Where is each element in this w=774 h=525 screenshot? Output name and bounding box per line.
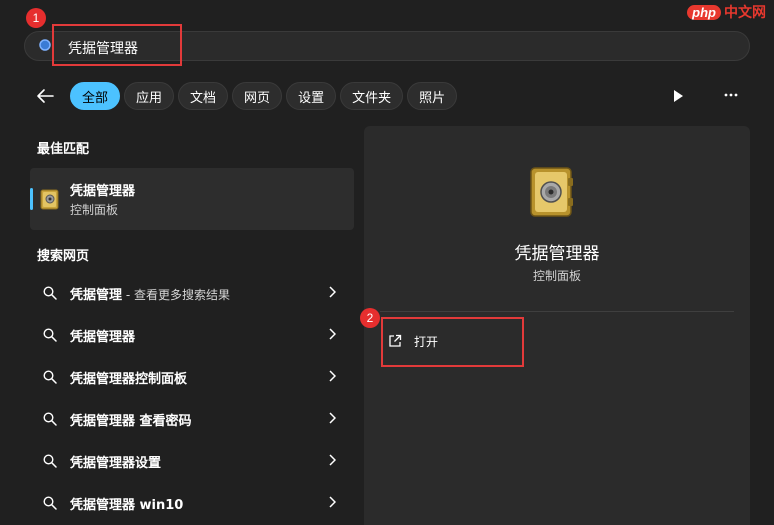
chevron-right-icon xyxy=(329,370,336,382)
search-icon xyxy=(43,370,57,384)
best-match-title: 最佳匹配 xyxy=(37,142,90,157)
chevron-right-icon xyxy=(329,454,336,466)
watermark-php: php xyxy=(687,4,721,20)
filter-photos[interactable]: 照片 xyxy=(407,82,458,110)
web-search-title: 搜索网页 xyxy=(37,249,90,264)
filter-documents[interactable]: 文档 xyxy=(178,82,229,110)
annotation-badge-2: 2 xyxy=(360,308,380,328)
filter-all[interactable]: 全部 xyxy=(70,82,121,110)
filter-web[interactable]: 网页 xyxy=(232,82,283,110)
best-match-subtitle: 控制面板 xyxy=(70,203,119,217)
watermark-cn: 中文网 xyxy=(724,4,766,20)
play-icon xyxy=(674,90,683,102)
back-button[interactable] xyxy=(36,81,62,111)
arrow-left-icon xyxy=(37,89,54,103)
web-search-list: 凭据管理 - 查看更多搜索结果 凭据管理器 凭据管理器控制面板 凭据管理器 查看… xyxy=(30,272,354,524)
web-search-text: 凭据管理器 查看密码 xyxy=(70,414,192,429)
search-icon xyxy=(43,328,57,342)
best-match-name: 凭据管理器 xyxy=(70,184,136,199)
web-search-item[interactable]: 凭据管理器 查看密码 xyxy=(30,398,354,440)
selection-indicator xyxy=(30,188,33,210)
annotation-box-open xyxy=(381,317,524,367)
filter-folders[interactable]: 文件夹 xyxy=(340,82,404,110)
web-search-item[interactable]: 凭据管理器 win10 xyxy=(30,482,354,524)
web-search-suffix: - 查看更多搜索结果 xyxy=(122,288,230,302)
divider xyxy=(380,311,734,312)
web-search-item[interactable]: 凭据管理器设置 xyxy=(30,440,354,482)
web-search-item[interactable]: 凭据管理器控制面板 xyxy=(30,356,354,398)
chevron-right-icon xyxy=(329,328,336,340)
safe-icon xyxy=(530,167,573,217)
chevron-right-icon xyxy=(329,286,336,298)
play-button[interactable] xyxy=(672,88,684,107)
annotation-box-search xyxy=(52,24,182,66)
search-icon xyxy=(43,286,57,300)
search-icon xyxy=(43,496,57,510)
watermark-logo: php 中文网 xyxy=(687,2,766,22)
search-icon xyxy=(39,39,51,51)
more-icon xyxy=(724,93,738,97)
web-search-text: 凭据管理器 xyxy=(70,330,136,345)
web-search-item[interactable]: 凭据管理器 xyxy=(30,314,354,356)
web-search-text: 凭据管理 xyxy=(70,288,123,303)
chevron-right-icon xyxy=(329,412,336,424)
chevron-right-icon xyxy=(329,496,336,508)
filter-settings[interactable]: 设置 xyxy=(286,82,337,110)
annotation-badge-1: 1 xyxy=(26,8,46,28)
web-search-text: 凭据管理器控制面板 xyxy=(70,372,188,387)
best-match-item[interactable]: 凭据管理器 控制面板 xyxy=(30,168,354,230)
filter-bar: 全部 应用 文档 网页 设置 文件夹 照片 xyxy=(36,81,458,111)
more-options-button[interactable] xyxy=(723,86,739,106)
web-search-item[interactable]: 凭据管理 - 查看更多搜索结果 xyxy=(30,272,354,314)
detail-app-name: 凭据管理器 xyxy=(514,244,600,264)
web-search-text: 凭据管理器 win10 xyxy=(70,498,184,513)
web-search-text: 凭据管理器设置 xyxy=(70,456,162,471)
search-icon xyxy=(43,412,57,426)
filter-apps[interactable]: 应用 xyxy=(124,82,175,110)
safe-icon xyxy=(40,189,59,210)
search-icon xyxy=(43,454,57,468)
detail-app-subtitle: 控制面板 xyxy=(532,269,581,283)
